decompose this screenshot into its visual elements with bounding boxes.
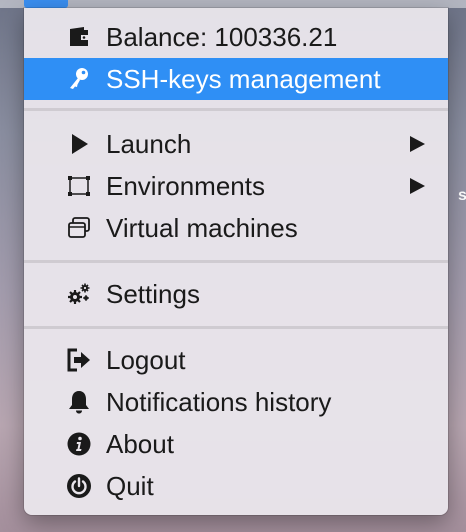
- submenu-arrow-icon: [408, 135, 426, 153]
- submenu-arrow-icon: [408, 177, 426, 195]
- logout-label: Logout: [106, 345, 186, 375]
- menu-item-quit[interactable]: Quit: [24, 465, 448, 507]
- menu-separator: [24, 326, 448, 329]
- menu-item-logout[interactable]: Logout: [24, 339, 448, 381]
- menu-item-launch[interactable]: Launch: [24, 123, 448, 165]
- settings-label: Settings: [106, 279, 200, 309]
- logout-icon: [66, 347, 92, 373]
- key-icon: [66, 66, 92, 92]
- windows-icon: [66, 215, 92, 241]
- menu-item-environments[interactable]: Environments: [24, 165, 448, 207]
- selection-box-icon: [66, 173, 92, 199]
- dropdown-menu: Balance: 100336.21 SSH-keys management L…: [24, 8, 448, 515]
- menu-item-balance[interactable]: Balance: 100336.21: [24, 16, 448, 58]
- launch-label: Launch: [106, 129, 192, 159]
- quit-label: Quit: [106, 471, 154, 501]
- status-bar-app-icon[interactable]: [24, 0, 68, 8]
- notifications-history-label: Notifications history: [106, 387, 332, 417]
- menu-item-about[interactable]: About: [24, 423, 448, 465]
- gears-icon: [66, 281, 92, 307]
- menu-item-virtual-machines[interactable]: Virtual machines: [24, 207, 448, 249]
- background-fragment: s: [458, 187, 466, 204]
- about-label: About: [106, 429, 174, 459]
- menu-separator: [24, 260, 448, 263]
- menu-separator: [24, 108, 448, 111]
- bell-icon: [66, 389, 92, 415]
- info-icon: [66, 431, 92, 457]
- environments-label: Environments: [106, 171, 265, 201]
- wallet-icon: [66, 24, 92, 50]
- menu-item-settings[interactable]: Settings: [24, 273, 448, 315]
- power-icon: [66, 473, 92, 499]
- balance-label: Balance: 100336.21: [106, 22, 338, 52]
- play-icon: [66, 131, 92, 157]
- menu-item-notifications-history[interactable]: Notifications history: [24, 381, 448, 423]
- ssh-keys-label: SSH-keys management: [106, 64, 381, 94]
- menu-item-ssh-keys-management[interactable]: SSH-keys management: [24, 58, 448, 100]
- virtual-machines-label: Virtual machines: [106, 213, 298, 243]
- menu-bar: [0, 0, 466, 8]
